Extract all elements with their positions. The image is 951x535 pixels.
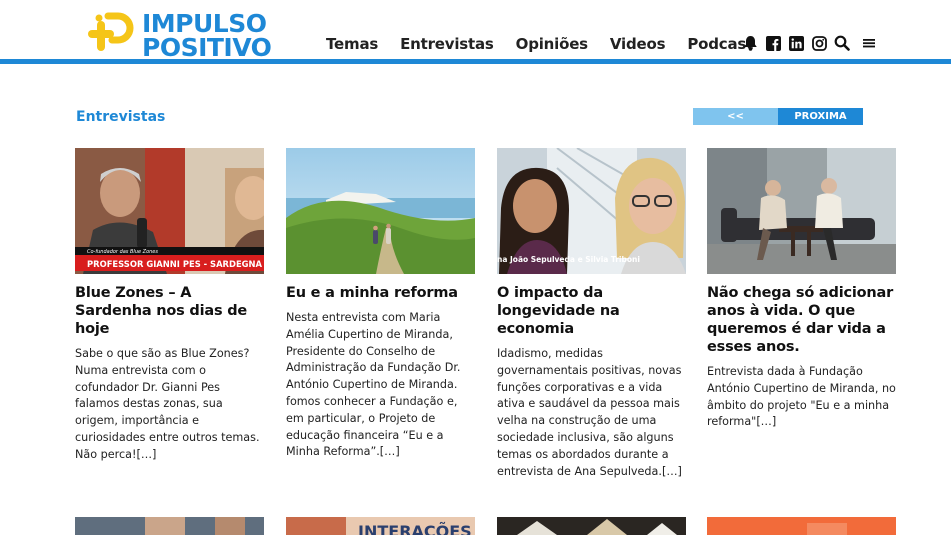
nav-item-entrevistas[interactable]: Entrevistas [400,35,494,53]
article-card-partial[interactable] [707,517,896,535]
article-image[interactable]: na João Sepulveda e Silvia Triboni [497,148,686,274]
article-card[interactable]: na João Sepulveda e Silvia Triboni O imp… [497,148,686,480]
logo-mark-icon [88,12,134,51]
nav-item-videos[interactable]: Videos [610,35,666,53]
article-card[interactable]: Não chega só adicionar anos à vida. O qu… [707,148,896,431]
article-card-partial[interactable] [75,517,264,535]
article-image[interactable]: Co-fundador das Blue Zones PROFESSOR GIA… [75,148,264,274]
site-header: IMPULSO POSITIVO Temas Entrevistas Opini… [0,0,951,60]
image-caption: INTERAÇÕES [358,522,472,535]
article-excerpt: Idadismo, medidas governamentais positiv… [497,347,682,478]
logo-line-2: POSITIVO [142,33,272,62]
logo-text: IMPULSO POSITIVO [142,11,272,62]
article-image[interactable] [707,148,896,274]
article-title[interactable]: Eu e a minha reforma [286,284,475,302]
site-logo[interactable]: IMPULSO POSITIVO [86,11,286,62]
article-card-partial[interactable]: INTERAÇÕES [286,517,475,535]
nav-item-temas[interactable]: Temas [326,35,378,53]
previous-button[interactable]: << ANTERIOR [693,108,778,139]
article-title[interactable]: Blue Zones – A Sardenha nos dias de hoje [75,284,264,338]
article-title[interactable]: O impacto da longevidade na economia [497,284,686,338]
next-button[interactable]: PROXIMA >> [778,108,863,139]
nav-item-opinioes[interactable]: Opiniões [516,35,588,53]
facebook-icon[interactable] [765,35,781,51]
bell-icon[interactable] [742,35,758,51]
pager: << ANTERIOR PROXIMA >> [693,108,863,139]
section-title: Entrevistas [76,109,166,125]
article-excerpt: Sabe o que são as Blue Zones? Numa entre… [75,347,260,461]
nav-icons [742,34,884,52]
article-image[interactable] [286,148,475,274]
search-icon[interactable] [834,35,850,51]
linkedin-icon[interactable] [788,35,804,51]
article-card-partial[interactable] [497,517,686,535]
image-caption: PROFESSOR GIANNI PES - SARDEGNA [87,259,263,269]
image-caption-small: Co-fundador das Blue Zones [87,249,158,255]
image-caption: na João Sepulveda e Silvia Triboni [497,255,640,264]
article-excerpt: Nesta entrevista com Maria Amélia Cupert… [286,311,461,459]
article-excerpt: Entrevista dada à Fundação António Cuper… [707,365,896,429]
article-title[interactable]: Não chega só adicionar anos à vida. O qu… [707,284,896,356]
article-card[interactable]: Co-fundador das Blue Zones PROFESSOR GIA… [75,148,264,464]
main-nav: Temas Entrevistas Opiniões Videos Podcas… [326,33,775,55]
menu-icon[interactable] [861,35,877,51]
article-card[interactable]: Eu e a minha reforma Nesta entrevista co… [286,148,475,461]
header-divider [0,59,951,64]
instagram-icon[interactable] [811,35,827,51]
